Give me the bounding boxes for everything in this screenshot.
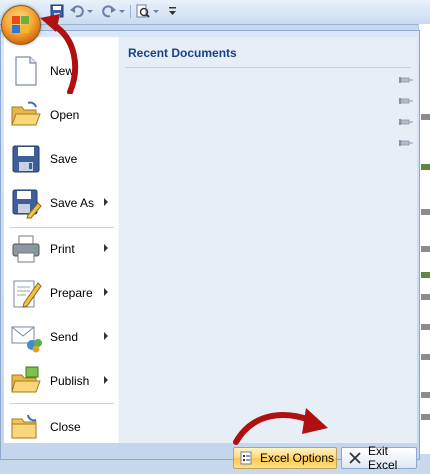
menu-item-label: Publish [50,374,90,388]
excel-options-label: Excel Options [260,451,335,465]
quick-access-toolbar [0,0,430,25]
menu-item-send[interactable]: Send [4,317,118,357]
menu-item-label: Save [50,152,78,166]
submenu-arrow-icon [104,332,108,340]
excel-options-button[interactable]: Excel Options [233,447,337,469]
menu-item-print[interactable]: Print [4,229,118,269]
submenu-arrow-icon [104,244,108,252]
menu-item-label: Print [50,242,75,256]
redo-icon[interactable] [102,4,116,18]
pin-icon[interactable] [399,138,413,148]
office-menu: New Open Save Save As Print Prepare Send… [0,30,420,472]
menu-item-label: Close [50,420,81,434]
undo-icon[interactable] [70,4,84,18]
submenu-arrow-icon [104,198,108,206]
menu-item-new[interactable]: New [4,51,118,91]
open-folder-icon [10,99,42,131]
undo-dropdown-icon[interactable] [86,4,94,18]
publish-icon [10,365,42,397]
menu-item-prepare[interactable]: Prepare [4,273,118,313]
customize-toolbar-icon[interactable] [168,4,178,18]
new-document-icon [10,55,42,87]
save-icon[interactable] [50,4,64,18]
menu-item-label: Prepare [50,286,93,300]
exit-excel-button[interactable]: Exit Excel [341,444,417,472]
redo-dropdown-icon[interactable] [118,4,126,18]
menu-commands: New Open Save Save As Print Prepare Send… [4,37,119,443]
menu-item-publish[interactable]: Publish [4,361,118,401]
save-icon [10,143,42,175]
print-preview-icon[interactable] [136,4,150,18]
menu-item-close[interactable]: Close [4,407,118,447]
menu-item-label: Open [50,108,80,122]
menu-divider [10,403,114,404]
menu-item-label: Send [50,330,79,344]
send-icon [10,321,42,353]
close-icon [348,451,362,465]
print-preview-dropdown-icon[interactable] [152,4,160,18]
options-icon [240,451,254,465]
menu-item-label: Save As [50,196,95,210]
printer-icon [10,233,42,265]
pin-icon[interactable] [399,96,413,106]
close-folder-icon [10,411,42,443]
menu-item-label: New [50,64,75,78]
recent-documents-panel: Recent Documents [118,37,417,443]
menu-item-save[interactable]: Save [4,139,118,179]
recent-documents-title: Recent Documents [128,46,237,60]
office-logo-icon [12,16,29,33]
recent-divider [125,67,411,68]
save-as-icon [10,187,42,219]
menu-item-save-as[interactable]: Save As [4,183,118,223]
pin-icon[interactable] [399,117,413,127]
toolbar-separator [130,5,131,18]
submenu-arrow-icon [104,376,108,384]
menu-item-open[interactable]: Open [4,95,118,135]
pin-icon[interactable] [399,75,413,85]
office-button[interactable] [1,5,41,45]
exit-excel-label: Exit Excel [368,444,398,472]
submenu-arrow-icon [104,288,108,296]
prepare-icon [10,277,42,309]
menu-divider [10,227,114,228]
